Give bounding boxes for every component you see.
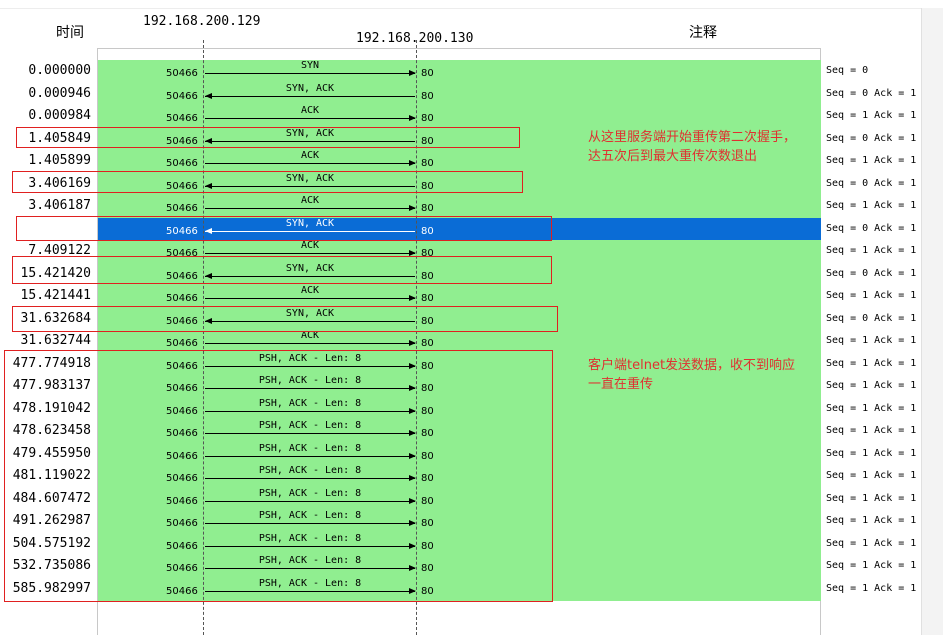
seq-ack-comment: Seq = 0 Ack = 1 [826,312,917,324]
packet-flags: SYN [300,60,320,71]
source-port: 50466 [166,113,198,124]
packet-flags: ACK [300,240,320,251]
row-time: 15.421441 [20,288,91,303]
flow-row[interactable]: 0.000946 50466 SYN, ACK 80 Seq = 0 Ack = 1 [0,83,943,105]
dest-port: 80 [421,203,434,214]
seq-ack-comment: Seq = 1 Ack = 1 [826,447,917,459]
seq-ack-comment: Seq = 1 Ack = 1 [826,470,917,481]
seq-ack-comment: Seq = 1 Ack = 1 [826,582,917,594]
annotation-data-retransmit: 客户端telnet发送数据，收不到响应 一直在重传 [588,356,795,394]
annotation-line: 达五次后到最大重传次数退出 [588,149,758,164]
seq-ack-comment: Seq = 0 Ack = 1 [826,267,917,279]
dest-port: 80 [421,90,434,102]
annotation-line: 从这里服务端开始重传第二次握手， [588,130,797,145]
arrow-head-icon [409,115,416,121]
source-port: 50466 [166,90,198,102]
flow-row[interactable]: 3.406187 50466 ACK 80 Seq = 1 Ack = 1 [0,195,943,217]
arrow-head-icon [409,70,416,76]
flow-row[interactable]: 1.405899 50466 ACK 80 Seq = 1 Ack = 1 [0,150,943,172]
seq-ack-comment: Seq = 1 Ack = 1 [826,537,917,549]
dest-port: 80 [421,68,434,79]
window-top-border [0,8,943,9]
comment-column-header: 注释 [689,25,717,41]
source-port: 50466 [166,203,198,214]
seq-ack-comment: Seq = 0 Ack = 1 [826,222,917,234]
seq-ack-comment: Seq = 1 Ack = 1 [826,110,917,121]
source-port: 50466 [166,158,198,169]
packet-arrow [205,95,415,97]
seq-ack-comment: Seq = 0 Ack = 1 [826,132,917,144]
highlight-box-retransmit-4 [12,256,552,284]
seq-ack-comment: Seq = 1 Ack = 1 [826,357,917,369]
packet-arrow [205,163,415,164]
dest-port: 80 [421,158,434,169]
source-port: 50466 [166,338,198,349]
arrow-head-icon [205,92,212,99]
flow-row[interactable]: 15.421441 50466 ACK 80 Seq = 1 Ack = 1 [0,285,943,307]
arrow-head-icon [409,160,416,166]
row-time: 0.000984 [28,108,91,123]
seq-ack-comment: Seq = 1 Ack = 1 [826,245,917,256]
packet-arrow [205,208,415,209]
seq-ack-comment: Seq = 1 Ack = 1 [826,560,917,571]
seq-ack-comment: Seq = 0 Ack = 1 [826,87,917,99]
packet-arrow [205,73,415,74]
dest-port: 80 [421,113,434,124]
dest-port: 80 [421,338,434,349]
row-time: 1.405899 [28,153,91,168]
packet-arrow [205,253,415,254]
seq-ack-comment: Seq = 1 Ack = 1 [826,515,917,526]
seq-ack-comment: Seq = 1 Ack = 1 [826,155,917,166]
highlight-box-retransmit-1 [16,127,520,148]
seq-ack-comment: Seq = 1 Ack = 1 [826,425,917,436]
row-time: 31.632744 [20,333,91,348]
flow-row[interactable]: 31.632744 50466 ACK 80 Seq = 1 Ack = 1 [0,330,943,352]
row-time: 0.000946 [28,85,91,101]
host-a-address: 192.168.200.129 [143,14,261,29]
packet-flags: ACK [300,105,320,116]
time-column-header: 时间 [56,25,84,41]
packet-flags: ACK [300,150,320,161]
seq-ack-comment: Seq = 0 Ack = 1 [826,177,917,189]
row-time: 3.406187 [28,198,91,213]
arrow-head-icon [409,205,416,211]
arrow-head-icon [409,295,416,301]
seq-ack-comment: Seq = 1 Ack = 1 [826,290,917,301]
highlight-box-retransmit-5 [12,306,558,332]
packet-flags: ACK [300,285,320,296]
annotation-handshake-retransmit: 从这里服务端开始重传第二次握手， 达五次后到最大重传次数退出 [588,128,796,166]
source-port: 50466 [166,293,198,304]
packet-flags: SYN, ACK [285,82,335,94]
highlight-box-retransmit-3 [16,216,552,241]
packet-arrow [205,118,415,119]
packet-arrow [205,343,415,344]
flow-row[interactable]: 0.000000 50466 SYN 80 Seq = 0 [0,60,943,82]
host-b-address: 192.168.200.130 [356,31,474,46]
annotation-line: 一直在重传 [588,377,654,392]
source-port: 50466 [166,68,198,79]
seq-ack-comment: Seq = 1 Ack = 1 [826,492,917,504]
flow-row[interactable]: 0.000984 50466 ACK 80 Seq = 1 Ack = 1 [0,105,943,127]
dest-port: 80 [421,293,434,304]
packet-flags: ACK [300,195,320,206]
seq-ack-comment: Seq = 1 Ack = 1 [826,200,917,211]
seq-ack-comment: Seq = 1 Ack = 1 [826,380,917,391]
highlight-box-retransmit-2 [12,171,523,193]
seq-ack-comment: Seq = 1 Ack = 1 [826,402,917,414]
highlight-box-data-retransmits [4,350,553,602]
annotation-line: 客户端telnet发送数据，收不到响应 [588,358,796,373]
packet-arrow [205,298,415,299]
row-time: 0.000000 [28,63,91,78]
seq-ack-comment: Seq = 1 Ack = 1 [826,335,917,346]
seq-ack-comment: Seq = 0 [826,65,869,76]
arrow-head-icon [409,340,416,346]
